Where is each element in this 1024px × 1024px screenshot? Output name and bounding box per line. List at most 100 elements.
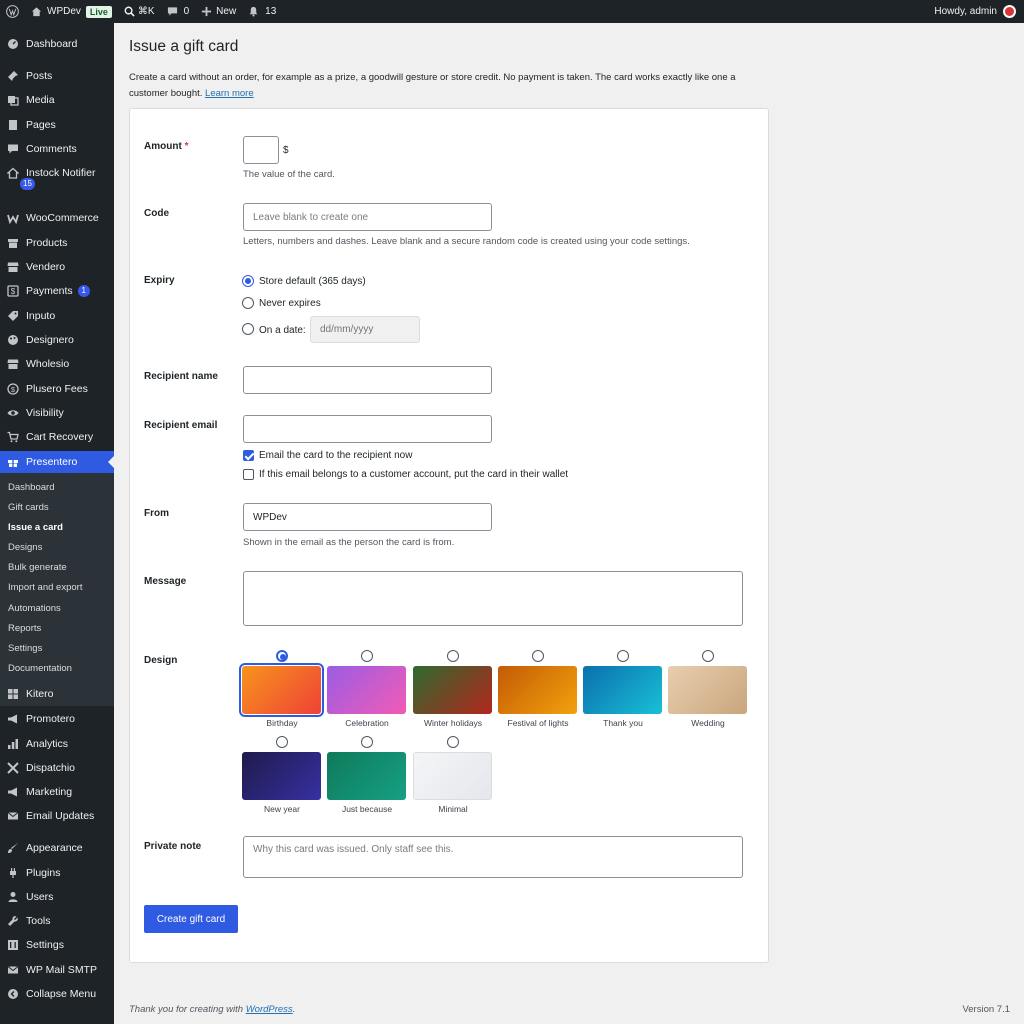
sidebar-item-visibility[interactable]: Visibility <box>0 402 114 424</box>
design-radio[interactable] <box>361 736 373 748</box>
wallet-checkbox[interactable] <box>243 469 254 480</box>
site-name-link[interactable]: WPDev Live <box>25 0 118 23</box>
sidebar-item-appearance[interactable]: Appearance <box>0 837 114 859</box>
sidebar-item-tools[interactable]: Tools <box>0 910 114 932</box>
design-radio[interactable] <box>276 650 288 662</box>
my-account-link[interactable]: Howdy, admin <box>934 5 1024 18</box>
recipient-name-input[interactable] <box>243 366 492 394</box>
submenu-item-dashboard[interactable]: Dashboard <box>8 482 54 493</box>
sidebar-item-kitero[interactable]: Kitero <box>0 683 114 705</box>
sidebar-item-settings[interactable]: Settings <box>0 934 114 956</box>
sidebar-item-comments[interactable]: Comments <box>0 138 114 160</box>
submenu-item-automations[interactable]: Automations <box>8 603 61 614</box>
sidebar-item-plugins[interactable]: Plugins <box>0 862 114 884</box>
design-radio[interactable] <box>361 650 373 662</box>
expiry-store-default-label[interactable]: Store default (365 days) <box>259 276 366 287</box>
sidebar-item-cart-recovery[interactable]: Cart Recovery <box>0 426 114 448</box>
code-input[interactable] <box>243 203 492 231</box>
expiry-on-date-radio[interactable] <box>242 323 254 335</box>
new-content-link[interactable]: New <box>195 0 242 23</box>
design-swatch-wedding[interactable] <box>668 666 747 714</box>
sidebar-item-dispatchio[interactable]: Dispatchio <box>0 757 114 779</box>
design-swatch-winter-holidays[interactable] <box>413 666 492 714</box>
sidebar-item-instock-notifier[interactable]: Instock Notifier 15 <box>0 162 114 190</box>
submenu-item-issue-a-card[interactable]: Issue a card <box>8 522 63 533</box>
sidebar-item-payments[interactable]: $ Payments 1 <box>0 280 114 302</box>
sidebar-item-presentero[interactable]: Presentero <box>0 451 114 473</box>
sidebar-item-inputo[interactable]: Inputo <box>0 305 114 327</box>
notifications-link[interactable]: 13 <box>242 0 282 23</box>
submenu-item-import-and-export[interactable]: Import and export <box>8 582 82 593</box>
sidebar-item-promotero[interactable]: Promotero <box>0 708 114 730</box>
wordpress-logo-icon[interactable] <box>0 0 25 23</box>
wallet-label[interactable]: If this email belongs to a customer acco… <box>259 469 568 480</box>
from-label: From <box>144 508 169 519</box>
from-input[interactable] <box>243 503 492 531</box>
private-note-label: Private note <box>144 841 202 852</box>
submenu-item-reports[interactable]: Reports <box>8 623 41 634</box>
sidebar-item-woocommerce[interactable]: WooCommerce <box>0 207 114 229</box>
expiry-store-default-radio[interactable] <box>242 275 254 287</box>
design-radio[interactable] <box>702 650 714 662</box>
design-radio[interactable] <box>447 736 459 748</box>
command-search-button[interactable]: ⌘K <box>118 0 161 23</box>
wordpress-link[interactable]: WordPress <box>246 1004 293 1015</box>
design-swatch-thank-you[interactable] <box>583 666 662 714</box>
sidebar-item-pages[interactable]: Pages <box>0 114 114 136</box>
design-radio[interactable] <box>276 736 288 748</box>
submenu-item-designs[interactable]: Designs <box>8 542 42 553</box>
count-badge: 1 <box>77 285 90 297</box>
sidebar-item-label: Payments <box>26 285 73 297</box>
design-swatch-minimal[interactable] <box>413 752 492 800</box>
sidebar-item-designero[interactable]: Designero <box>0 329 114 351</box>
recipient-email-input[interactable] <box>243 415 492 443</box>
sidebar-item-label: Comments <box>26 143 77 155</box>
expiry-never-label[interactable]: Never expires <box>259 298 321 309</box>
design-radio[interactable] <box>532 650 544 662</box>
create-gift-card-button[interactable]: Create gift card <box>144 905 238 933</box>
sidebar-item-wholesio[interactable]: Wholesio <box>0 353 114 375</box>
currency-symbol: $ <box>283 145 289 156</box>
email-now-label[interactable]: Email the card to the recipient now <box>259 450 412 461</box>
sidebar-item-analytics[interactable]: Analytics <box>0 733 114 755</box>
page-intro: Create a card without an order, for exam… <box>129 70 769 102</box>
sidebar-item-label: Posts <box>26 70 53 82</box>
sidebar-item-media[interactable]: Media <box>0 89 114 111</box>
sidebar-item-plusero-fees[interactable]: $ Plusero Fees <box>0 378 114 400</box>
sidebar-item-label: Email Updates <box>26 810 95 822</box>
email-now-checkbox[interactable] <box>243 450 254 461</box>
amount-input[interactable] <box>243 136 279 164</box>
design-radio[interactable] <box>447 650 459 662</box>
sidebar-item-label: Visibility <box>26 407 64 419</box>
sidebar-item-products[interactable]: Products <box>0 232 114 254</box>
expiry-on-date-label[interactable]: On a date: <box>259 325 306 336</box>
design-swatch-birthday[interactable] <box>239 663 324 717</box>
submenu-item-settings[interactable]: Settings <box>8 643 42 654</box>
expiry-date-input[interactable] <box>310 316 420 343</box>
sidebar-item-email-updates[interactable]: Email Updates <box>0 805 114 827</box>
submenu-item-documentation[interactable]: Documentation <box>8 663 72 674</box>
sidebar-item-marketing[interactable]: Marketing <box>0 781 114 803</box>
design-swatch-just-because[interactable] <box>327 752 406 800</box>
submenu-item-gift-cards[interactable]: Gift cards <box>8 502 49 513</box>
comments-link[interactable]: 0 <box>161 0 196 23</box>
sidebar-item-label: Tools <box>26 915 51 927</box>
sidebar-item-vendero[interactable]: Vendero <box>0 256 114 278</box>
design-swatch-celebration[interactable] <box>327 666 406 714</box>
sidebar-item-wp-mail-smtp[interactable]: WP Mail SMTP <box>0 959 114 981</box>
learn-more-link[interactable]: Learn more <box>205 88 254 99</box>
sidebar-item-collapse-menu[interactable]: Collapse Menu <box>0 983 114 1005</box>
sidebar-item-label: Media <box>26 94 55 106</box>
private-note-textarea[interactable] <box>243 836 743 878</box>
expiry-never-radio[interactable] <box>242 297 254 309</box>
sidebar-item-users[interactable]: Users <box>0 886 114 908</box>
sidebar-item-posts[interactable]: Posts <box>0 65 114 87</box>
design-swatch-festival-of-lights[interactable] <box>498 666 577 714</box>
design-swatch-new-year[interactable] <box>242 752 321 800</box>
sidebar-item-dashboard[interactable]: Dashboard <box>0 33 114 55</box>
design-label-text: Wedding <box>691 718 725 728</box>
message-textarea[interactable] <box>243 571 743 626</box>
sidebar-item-label: WP Mail SMTP <box>26 964 97 976</box>
design-radio[interactable] <box>617 650 629 662</box>
submenu-item-bulk-generate[interactable]: Bulk generate <box>8 562 67 573</box>
